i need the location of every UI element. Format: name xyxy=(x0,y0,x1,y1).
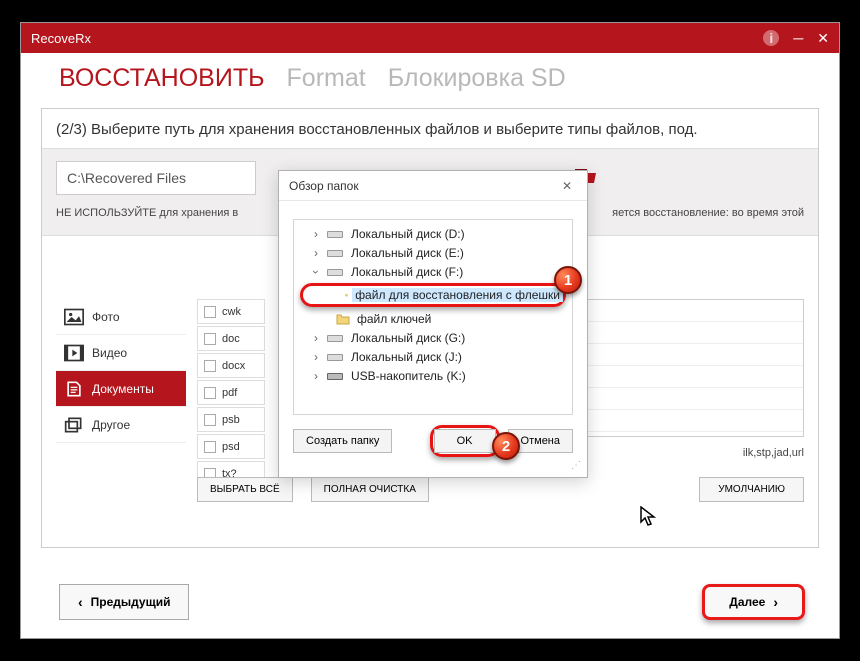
ext-item[interactable]: pdf xyxy=(197,380,265,405)
tree-item-disk-f[interactable]: › Локальный диск (F:) xyxy=(294,262,572,281)
folder-tree[interactable]: › Локальный диск (D:) › Локальный диск (… xyxy=(293,219,573,415)
tree-label: USB-накопитель (K:) xyxy=(348,369,469,383)
tree-label: файл ключей xyxy=(354,312,434,326)
disk-icon xyxy=(326,266,344,278)
tree-label: Локальный диск (F:) xyxy=(348,265,466,279)
dialog-close-button[interactable]: ✕ xyxy=(557,179,577,193)
defaults-wrap: УМОЛЧАНИЮ xyxy=(699,477,804,502)
wizard-nav: ‹ Предыдущий Далее › xyxy=(59,584,805,620)
step-instruction: (2/3) Выберите путь для хранения восстан… xyxy=(56,121,804,138)
ext-item[interactable]: psd xyxy=(197,434,265,459)
defaults-button[interactable]: УМОЛЧАНИЮ xyxy=(699,477,804,502)
path-input[interactable]: C:\Recovered Files xyxy=(56,161,256,195)
ext-item[interactable]: docx xyxy=(197,353,265,378)
tree-item-folder-recovery[interactable]: файл для восстановления с флешки xyxy=(300,283,566,307)
category-label: Видео xyxy=(92,346,127,360)
tab-format[interactable]: Format xyxy=(287,64,366,93)
ok-highlight: OK xyxy=(430,425,500,457)
ext-label: psd xyxy=(222,441,240,453)
ext-label: docx xyxy=(222,360,245,372)
ext-item[interactable]: psb xyxy=(197,407,265,432)
dialog-titlebar: Обзор папок ✕ xyxy=(279,171,587,201)
folder-icon xyxy=(336,313,350,325)
expand-arrow-icon[interactable]: › xyxy=(310,350,322,364)
checkbox[interactable] xyxy=(204,387,216,399)
warning-text-right: яется восстановление: во время этой xyxy=(612,207,804,219)
previous-button[interactable]: ‹ Предыдущий xyxy=(59,584,189,620)
app-title: RecoveRx xyxy=(31,31,763,46)
disk-icon xyxy=(326,228,344,240)
main-tabs: ВОССТАНОВИТЬ Format Блокировка SD xyxy=(21,53,839,103)
ext-label: psb xyxy=(222,414,240,426)
tree-item-disk-d[interactable]: › Локальный диск (D:) xyxy=(294,224,572,243)
tree-label: Локальный диск (D:) xyxy=(348,227,468,241)
disk-icon xyxy=(326,332,344,344)
tree-label: Локальный диск (E:) xyxy=(348,246,467,260)
ext-item[interactable]: cwk xyxy=(197,299,265,324)
category-label: Другое xyxy=(92,418,130,432)
category-video[interactable]: Видео xyxy=(56,335,186,371)
cursor-icon xyxy=(640,506,658,533)
nav-label: Предыдущий xyxy=(91,595,171,609)
tree-item-disk-g[interactable]: › Локальный диск (G:) xyxy=(294,328,572,347)
category-label: Фото xyxy=(92,310,120,324)
checkbox[interactable] xyxy=(204,306,216,318)
expand-arrow-icon[interactable]: › xyxy=(310,227,322,241)
usb-icon xyxy=(326,370,344,382)
path-input-wrap: C:\Recovered Files xyxy=(56,161,256,195)
close-button[interactable]: ✕ xyxy=(817,30,829,47)
category-documents[interactable]: Документы xyxy=(56,371,186,407)
expand-arrow-icon[interactable]: › xyxy=(310,246,322,260)
callout-badge-2: 2 xyxy=(492,432,520,460)
extension-column: cwk doc docx pdf psb psd tx? xyxy=(197,299,265,488)
nav-label: Далее xyxy=(729,595,765,609)
ext-item[interactable]: doc xyxy=(197,326,265,351)
category-label: Документы xyxy=(92,382,154,396)
tab-recover[interactable]: ВОССТАНОВИТЬ xyxy=(59,64,265,93)
extension-summary: ilk,stp,jad,url xyxy=(743,447,804,459)
tree-label: Локальный диск (J:) xyxy=(348,350,465,364)
dialog-title: Обзор папок xyxy=(289,179,359,193)
checkbox[interactable] xyxy=(204,441,216,453)
new-folder-button[interactable]: Создать папку xyxy=(293,429,392,453)
titlebar: RecoveRx i ─ ✕ xyxy=(21,23,839,53)
tree-item-folder-keys[interactable]: файл ключей xyxy=(294,309,572,328)
checkbox[interactable] xyxy=(204,333,216,345)
ok-button[interactable]: OK xyxy=(434,429,496,453)
clear-all-button[interactable]: ПОЛНАЯ ОЧИСТКА xyxy=(311,477,429,502)
next-button[interactable]: Далее › xyxy=(702,584,805,620)
tree-item-disk-e[interactable]: › Локальный диск (E:) xyxy=(294,243,572,262)
ext-label: doc xyxy=(222,333,240,345)
checkbox[interactable] xyxy=(204,414,216,426)
resize-grip-icon[interactable]: ⋰ xyxy=(571,460,579,471)
dialog-buttons: Создать папку OK Отмена xyxy=(279,425,587,467)
select-all-button[interactable]: ВЫБРАТЬ ВСЁ xyxy=(197,477,293,502)
disk-icon xyxy=(326,247,344,259)
browse-folder-dialog: Обзор папок ✕ › Локальный диск (D:) › Ло… xyxy=(278,170,588,478)
bulk-buttons: ВЫБРАТЬ ВСЁ ПОЛНАЯ ОЧИСТКА xyxy=(197,477,429,502)
disk-icon xyxy=(326,351,344,363)
selected-extensions-list[interactable] xyxy=(566,299,804,437)
ext-label: cwk xyxy=(222,306,241,318)
window-controls: i ─ ✕ xyxy=(763,30,829,47)
expand-arrow-icon[interactable]: › xyxy=(310,331,322,345)
collapse-arrow-icon[interactable]: › xyxy=(309,266,323,278)
minimize-button[interactable]: ─ xyxy=(793,30,803,46)
category-list: Фото Видео Документы Другое xyxy=(56,299,186,443)
tree-label: Локальный диск (G:) xyxy=(348,331,468,345)
chevron-right-icon: › xyxy=(773,594,778,610)
ext-label: pdf xyxy=(222,387,237,399)
info-icon[interactable]: i xyxy=(763,30,779,46)
tab-sd-lock[interactable]: Блокировка SD xyxy=(388,64,566,93)
expand-arrow-icon[interactable]: › xyxy=(310,369,322,383)
checkbox[interactable] xyxy=(204,360,216,372)
folder-icon xyxy=(345,289,348,301)
category-photo[interactable]: Фото xyxy=(56,299,186,335)
category-other[interactable]: Другое xyxy=(56,407,186,443)
tree-item-usb-k[interactable]: › USB-накопитель (K:) xyxy=(294,366,572,385)
tree-item-disk-j[interactable]: › Локальный диск (J:) xyxy=(294,347,572,366)
chevron-left-icon: ‹ xyxy=(78,594,83,610)
tree-label: файл для восстановления с флешки xyxy=(352,288,563,302)
callout-badge-1: 1 xyxy=(554,266,582,294)
